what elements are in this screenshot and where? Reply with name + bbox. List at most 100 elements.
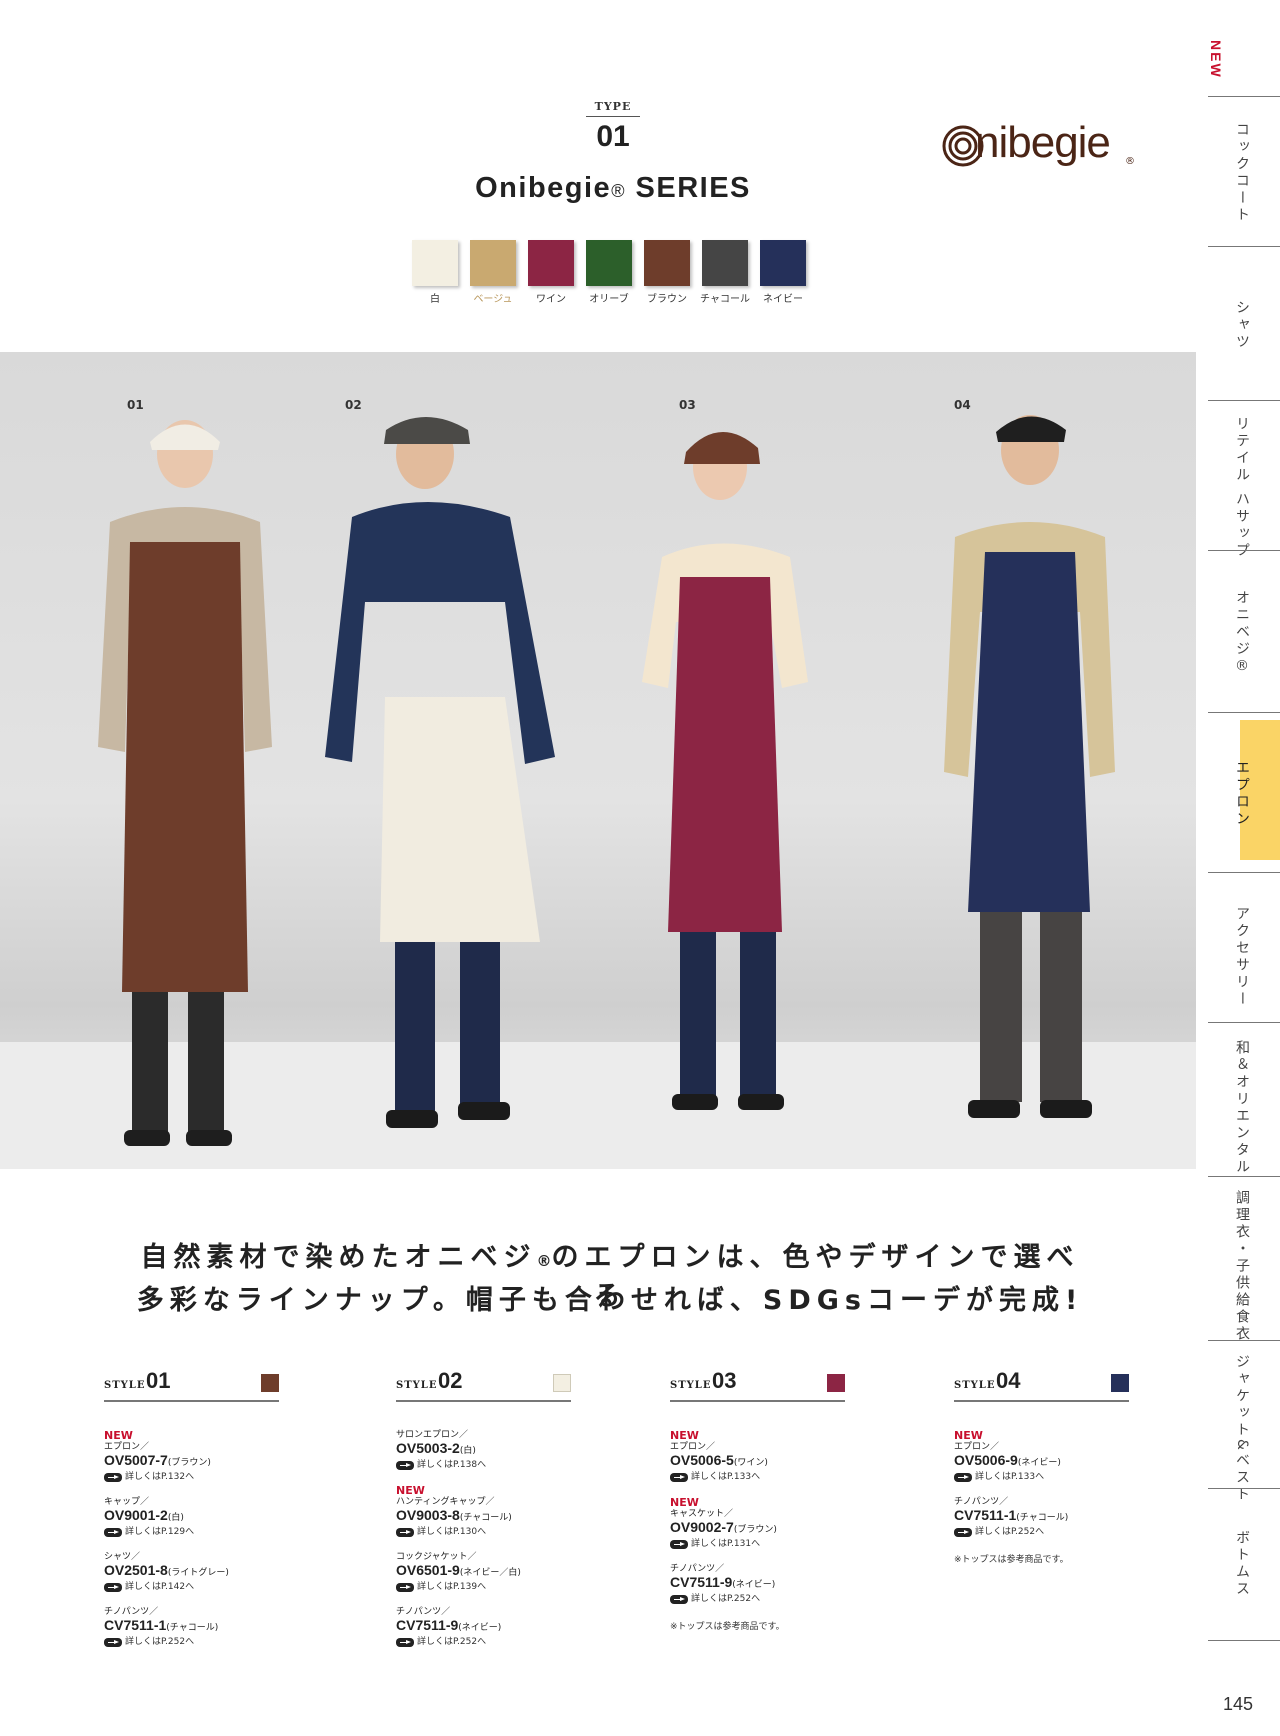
style-number: 04 xyxy=(996,1368,1021,1393)
swatch-label: ネイビー xyxy=(763,294,803,305)
item-code: OV9003-8(チャコール) xyxy=(396,1508,571,1526)
side-divider xyxy=(1208,1176,1280,1177)
side-index-label: ジャケット&ベスト xyxy=(1234,1354,1250,1504)
page-reference-text: 詳しくはP.252へ xyxy=(417,1637,487,1647)
model-02-figure xyxy=(325,417,555,1128)
page-reference: 詳しくはP.132へ xyxy=(104,1471,279,1483)
page-reference-text: 詳しくはP.252へ xyxy=(691,1594,761,1604)
page-number: 145 xyxy=(1222,1694,1254,1714)
swatch-brown: ブラウン xyxy=(644,240,690,305)
side-divider xyxy=(1208,872,1280,873)
swatch-beige: ベージュ xyxy=(470,240,516,305)
model-03-figure xyxy=(642,431,808,1110)
style-color-chip xyxy=(827,1374,845,1392)
catch-copy-registered-mark: ® xyxy=(536,1252,552,1270)
item-color: (白) xyxy=(167,1513,184,1523)
side-divider xyxy=(1208,712,1280,713)
logo-registered-mark: ® xyxy=(1125,156,1135,167)
side-index-label: ボトムス xyxy=(1234,1530,1250,1598)
arrow-right-icon xyxy=(396,1637,414,1647)
item-color: (ブラウン) xyxy=(167,1458,211,1468)
series-name: Onibegie xyxy=(475,172,612,204)
page-reference-text: 詳しくはP.252へ xyxy=(975,1527,1045,1537)
arrow-right-icon xyxy=(104,1527,122,1537)
side-divider xyxy=(1208,246,1280,247)
new-badge: NEW xyxy=(670,1429,699,1442)
swatch-box xyxy=(528,240,574,286)
item-code-number: OV5006-5 xyxy=(670,1452,734,1468)
model-illustration xyxy=(0,415,1196,1169)
side-index-label: リテイル ハサップ xyxy=(1234,416,1250,560)
model-photo: 01 02 03 04 xyxy=(0,352,1196,1169)
item-code-number: OV5007-7 xyxy=(104,1452,168,1468)
page-reference: 詳しくはP.252へ xyxy=(670,1593,845,1605)
style-items: NEW エプロン／ OV5006-5(ワイン) 詳しくはP.133へ NEW キ… xyxy=(670,1430,845,1632)
item-entry: シャツ／ OV2501-8(ライトグレー) 詳しくはP.142へ xyxy=(104,1552,279,1593)
swatch-charcoal: チャコール xyxy=(700,240,750,305)
style-color-chip xyxy=(553,1374,571,1392)
item-code-number: OV5003-2 xyxy=(396,1440,460,1456)
swatch-box xyxy=(470,240,516,286)
page-reference-text: 詳しくはP.133へ xyxy=(691,1472,761,1482)
page-reference-text: 詳しくはP.142へ xyxy=(125,1582,195,1592)
item-code-number: CV7511-9 xyxy=(670,1574,733,1590)
arrow-right-icon xyxy=(954,1527,972,1537)
item-entry: チノパンツ／ CV7511-9(ネイビー) 詳しくはP.252へ xyxy=(396,1607,571,1648)
style-word: STYLE xyxy=(954,1380,996,1391)
model-04-figure xyxy=(944,415,1115,1118)
arrow-right-icon xyxy=(670,1594,688,1604)
side-divider xyxy=(1208,1640,1280,1641)
style-word: STYLE xyxy=(670,1380,712,1391)
catch-copy-line-2: 多彩なラインナップ。帽子も合わせれば、SDGsコーデが完成! xyxy=(136,1285,1084,1316)
side-divider xyxy=(1208,1340,1280,1341)
item-code: OV9002-7(ブラウン) xyxy=(670,1520,845,1538)
series-title: Onibegie® SERIES xyxy=(420,172,806,205)
item-code: CV7511-9(ネイビー) xyxy=(396,1618,571,1636)
side-divider xyxy=(1208,400,1280,401)
page-reference-text: 詳しくはP.130へ xyxy=(417,1527,487,1537)
item-code-number: OV9003-8 xyxy=(396,1507,460,1523)
side-divider xyxy=(1208,96,1280,97)
item-code-number: CV7511-1 xyxy=(104,1617,167,1633)
photo-number-03: 03 xyxy=(679,398,696,412)
page-reference-text: 詳しくはP.252へ xyxy=(125,1637,195,1647)
item-code: OV9001-2(白) xyxy=(104,1508,279,1526)
page-reference-text: 詳しくはP.133へ xyxy=(975,1472,1045,1482)
style-number: 03 xyxy=(712,1368,737,1393)
style-header: STYLE 02 xyxy=(396,1364,571,1402)
type-divider xyxy=(586,116,640,117)
swatch-olive: オリーブ xyxy=(586,240,632,305)
swatch-wine: ワイン xyxy=(528,240,574,305)
style-header: STYLE 01 xyxy=(104,1364,279,1402)
style-items: NEW エプロン／ OV5007-7(ブラウン) 詳しくはP.132へ キャップ… xyxy=(104,1430,279,1648)
item-entry: チノパンツ／ CV7511-1(チャコール) 詳しくはP.252へ xyxy=(104,1607,279,1648)
swatch-white: 白 xyxy=(412,240,458,305)
side-index-label: オニベジ® xyxy=(1234,590,1250,677)
item-color: (ネイビー) xyxy=(732,1580,776,1590)
page-reference-text: 詳しくはP.132へ xyxy=(125,1472,195,1482)
item-entry: NEW エプロン／ OV5006-5(ワイン) 詳しくはP.133へ xyxy=(670,1430,845,1483)
item-color: (ネイビー) xyxy=(1017,1458,1061,1468)
item-code: CV7511-1(チャコール) xyxy=(954,1508,1129,1526)
item-entry: チノパンツ／ CV7511-9(ネイビー) 詳しくはP.252へ xyxy=(670,1564,845,1605)
arrow-right-icon xyxy=(104,1637,122,1647)
side-index-label: 調理衣・子供給食衣 xyxy=(1234,1190,1250,1343)
arrow-right-icon xyxy=(396,1582,414,1592)
item-color: (ネイビー／白) xyxy=(459,1568,521,1578)
side-index-item-apron-active[interactable]: エプロン xyxy=(1234,720,1280,860)
logo-text: nibegie xyxy=(975,118,1111,167)
model-01-figure xyxy=(98,420,272,1146)
new-badge: NEW xyxy=(104,1429,133,1442)
item-code: OV5006-9(ネイビー) xyxy=(954,1453,1129,1471)
page-reference-text: 詳しくはP.138へ xyxy=(417,1460,487,1470)
type-number: 01 xyxy=(596,120,630,153)
item-code: OV5006-5(ワイン) xyxy=(670,1453,845,1471)
arrow-right-icon xyxy=(954,1472,972,1482)
item-code-number: OV6501-9 xyxy=(396,1562,460,1578)
page-reference-text: 詳しくはP.131へ xyxy=(691,1539,761,1549)
item-entry: チノパンツ／ CV7511-1(チャコール) 詳しくはP.252へ xyxy=(954,1497,1129,1538)
item-color: (チャコール) xyxy=(459,1513,512,1523)
style-color-chip xyxy=(261,1374,279,1392)
item-code-number: OV9001-2 xyxy=(104,1507,168,1523)
page-reference: 詳しくはP.133へ xyxy=(670,1471,845,1483)
